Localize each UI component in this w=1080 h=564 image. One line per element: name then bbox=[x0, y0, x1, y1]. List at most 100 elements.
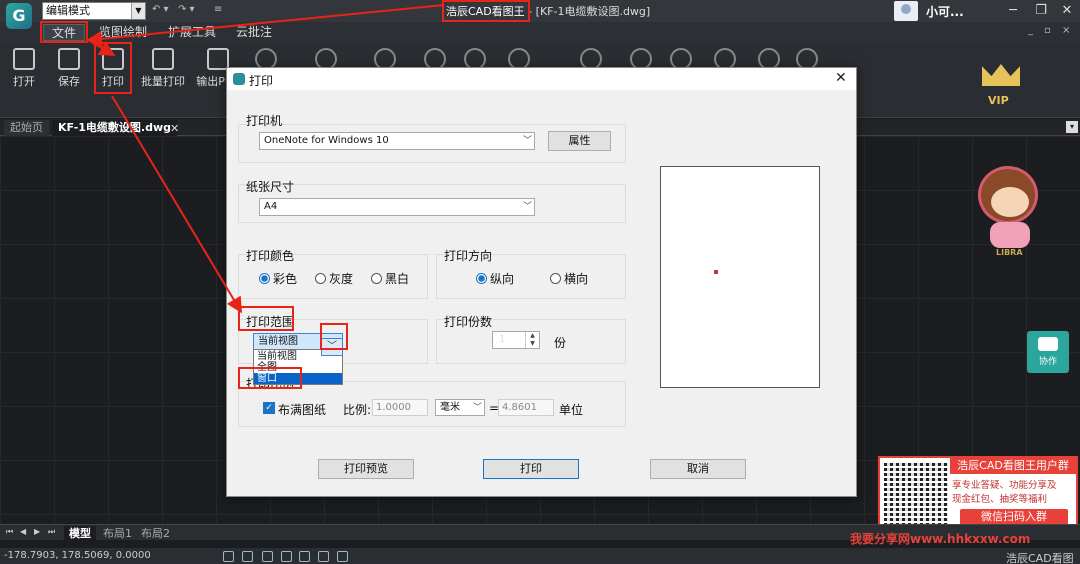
undo-icon[interactable]: ↶ ▾ bbox=[152, 4, 169, 15]
printer-properties-button[interactable]: 属性 bbox=[548, 131, 611, 151]
doc-restore-button[interactable]: ▫ bbox=[1044, 25, 1051, 36]
chevron-down-icon: ﹀ bbox=[472, 403, 482, 413]
open-button[interactable]: 打开 bbox=[2, 46, 46, 89]
chevron-down-icon[interactable]: ▼ bbox=[131, 3, 145, 19]
next-layout-icon[interactable]: ▶ bbox=[34, 527, 40, 536]
redo-icon[interactable]: ↷ ▾ bbox=[178, 4, 195, 15]
user-avatar[interactable] bbox=[894, 1, 918, 21]
qr-code-icon bbox=[884, 462, 948, 526]
orientation-option-portrait: 纵向 bbox=[490, 272, 515, 286]
orientation-radio-portrait[interactable]: 纵向 bbox=[476, 270, 514, 287]
range-option-window[interactable]: 窗口 bbox=[254, 373, 342, 384]
copies-stepper[interactable]: 1 ▲ ▼ bbox=[492, 331, 540, 349]
copies-group-title: 打印份数 bbox=[444, 315, 493, 329]
color-radio-color[interactable]: 彩色 bbox=[259, 270, 297, 287]
window-title: 浩辰CAD看图王 - [KF-1电缆敷设图.dwg] bbox=[446, 3, 650, 19]
collaborate-button[interactable]: 协作 bbox=[1027, 331, 1069, 373]
orientation-radio-landscape[interactable]: 横向 bbox=[550, 270, 588, 287]
mode-select-value: 编辑模式 bbox=[46, 4, 90, 17]
grid-toggle-icon[interactable] bbox=[242, 551, 253, 562]
snap-icon[interactable] bbox=[223, 551, 234, 562]
fullscreen-icon[interactable] bbox=[337, 551, 348, 562]
print-preview-button[interactable]: 打印预览 bbox=[318, 459, 414, 479]
tab-start-page[interactable]: 起始页 bbox=[4, 120, 49, 136]
libra-mascot-image bbox=[964, 148, 1058, 260]
minimize-button[interactable]: ─ bbox=[1000, 0, 1026, 22]
scale-input[interactable]: 1.0000 bbox=[372, 399, 428, 416]
scale-label: 比例: bbox=[343, 403, 372, 417]
preview-drawing-thumbnail bbox=[714, 270, 718, 274]
mascot-label: LIBRA bbox=[996, 248, 1023, 257]
title-bar: 编辑模式 ▼ ↶ ▾ ↷ ▾ ≡ 浩辰CAD看图王 - [KF-1电缆敷设图.d… bbox=[0, 0, 1080, 22]
unit-select[interactable]: 毫米 ﹀ bbox=[435, 399, 485, 416]
batch-print-label: 批量打印 bbox=[141, 75, 185, 88]
paper-size-select[interactable]: A4 ﹀ bbox=[259, 198, 535, 216]
first-layout-icon[interactable]: ⏮ bbox=[6, 527, 13, 537]
polar-icon[interactable] bbox=[281, 551, 292, 562]
drawing-units-input[interactable]: 4.8601 bbox=[498, 399, 554, 416]
save-button[interactable]: 保存 bbox=[47, 46, 91, 89]
mascot-body bbox=[990, 222, 1030, 248]
status-bar: -178.7903, 178.5069, 0.0000 浩辰CAD看图王 bbox=[0, 548, 1080, 564]
restore-button[interactable]: ❐ bbox=[1028, 0, 1054, 22]
fit-paper-label: 布满图纸 bbox=[278, 403, 327, 417]
tab-layout1[interactable]: 布局1 bbox=[98, 526, 137, 541]
copies-value: 1 bbox=[499, 334, 506, 345]
radio-icon bbox=[550, 273, 561, 284]
cancel-button[interactable]: 取消 bbox=[650, 459, 746, 479]
menu-file[interactable]: 文件 bbox=[43, 24, 86, 41]
dialog-close-button[interactable]: ✕ bbox=[835, 70, 847, 86]
mode-select[interactable]: 编辑模式 ▼ bbox=[42, 2, 146, 20]
fit-paper-checkbox[interactable]: ✓ bbox=[263, 402, 275, 414]
object-snap-icon[interactable] bbox=[299, 551, 310, 562]
tab-list-icon[interactable]: ▾ bbox=[1066, 121, 1078, 133]
color-option-monochrome: 黑白 bbox=[385, 272, 410, 286]
vip-label[interactable]: VIP bbox=[988, 94, 1009, 107]
app-name: 浩辰CAD看图王 bbox=[446, 5, 525, 18]
save-icon bbox=[58, 48, 80, 70]
dialog-title: 打印 bbox=[249, 74, 274, 88]
copies-unit: 份 bbox=[554, 336, 567, 350]
menu-view-draw[interactable]: 览图绘制 bbox=[91, 24, 155, 41]
color-radio-grayscale[interactable]: 灰度 bbox=[315, 270, 353, 287]
quick-access-customize-icon[interactable]: ≡ bbox=[214, 4, 222, 15]
doc-minimize-button[interactable]: _ bbox=[1028, 25, 1033, 36]
tracking-icon[interactable] bbox=[318, 551, 329, 562]
ortho-icon[interactable] bbox=[262, 551, 273, 562]
orientation-group-title: 打印方向 bbox=[444, 249, 493, 263]
spin-arrows-icon[interactable]: ▲ ▼ bbox=[525, 332, 539, 348]
tab-model[interactable]: 模型 bbox=[64, 526, 96, 541]
printer-group-title: 打印机 bbox=[246, 114, 283, 128]
print-confirm-button[interactable]: 打印 bbox=[483, 459, 579, 479]
dialog-title-bar: 打印 ✕ bbox=[227, 68, 856, 90]
close-tab-icon[interactable]: ✕ bbox=[170, 122, 179, 135]
print-button[interactable]: 打印 bbox=[91, 46, 135, 89]
close-window-button[interactable]: ✕ bbox=[1054, 0, 1080, 22]
printer-value: OneNote for Windows 10 bbox=[264, 135, 389, 146]
print-preview-pane bbox=[660, 166, 820, 388]
tab-drawing[interactable]: KF-1电缆敷设图.dwg bbox=[52, 120, 178, 136]
unit-value: 毫米 bbox=[440, 402, 460, 413]
drawing-units-label: 单位 bbox=[559, 403, 584, 417]
promo-card[interactable]: 浩辰CAD看图王用户群 享专业答疑、功能分享及 现金红包、抽奖等福利 微信扫码入… bbox=[878, 456, 1078, 530]
color-radio-monochrome[interactable]: 黑白 bbox=[371, 270, 409, 287]
promo-title: 浩辰CAD看图王用户群 bbox=[950, 458, 1076, 474]
chevron-down-icon[interactable]: ﹀ bbox=[321, 338, 343, 356]
promo-join-button[interactable]: 微信扫码入群 bbox=[960, 509, 1068, 525]
app-logo[interactable]: G bbox=[6, 3, 32, 29]
coordinates-readout: -178.7903, 178.5069, 0.0000 bbox=[4, 550, 151, 561]
batch-print-button[interactable]: 批量打印 bbox=[141, 46, 185, 89]
range-option-full-drawing[interactable]: 全图 bbox=[254, 362, 342, 373]
printer-select[interactable]: OneNote for Windows 10 ﹀ bbox=[259, 132, 535, 150]
paper-size-value: A4 bbox=[264, 201, 278, 212]
menu-cloud-annotation[interactable]: 云批注 bbox=[228, 24, 280, 41]
username[interactable]: 小可... bbox=[926, 3, 964, 20]
last-layout-icon[interactable]: ⏭ bbox=[48, 527, 55, 537]
prev-layout-icon[interactable]: ◀ bbox=[20, 527, 26, 536]
tab-layout2[interactable]: 布局2 bbox=[136, 526, 175, 541]
print-range-value: 当前视图 bbox=[258, 336, 298, 347]
doc-close-button[interactable]: × bbox=[1062, 25, 1070, 36]
menu-extension-tools[interactable]: 扩展工具 bbox=[160, 24, 224, 41]
print-color-group-title: 打印颜色 bbox=[246, 249, 295, 263]
printer-icon bbox=[102, 48, 124, 70]
